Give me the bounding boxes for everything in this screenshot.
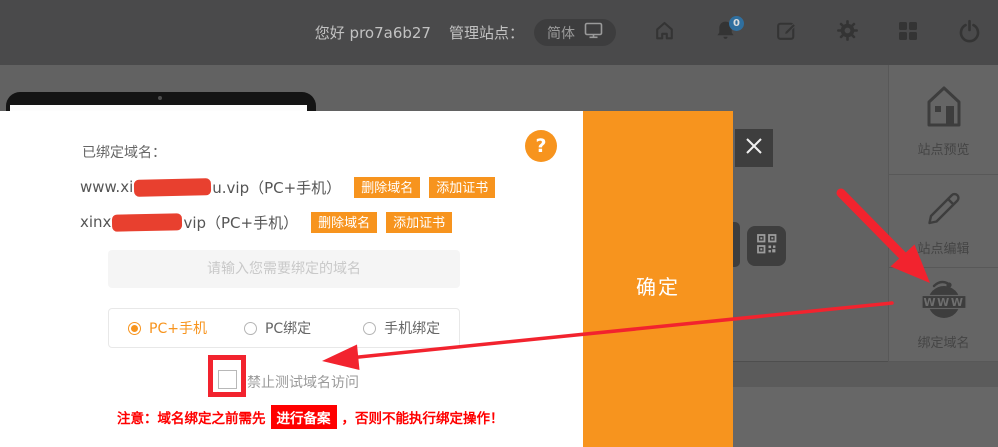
url-bar-edge — [733, 222, 740, 267]
site-edit-pencil-icon — [923, 185, 965, 231]
domain-input[interactable] — [108, 250, 460, 288]
qr-code-button[interactable] — [747, 226, 786, 266]
settings-button[interactable] — [834, 19, 860, 47]
right-sidebar: 站点预览 站点编辑 WWW 绑定域名 — [888, 65, 998, 362]
notifications-button[interactable]: 0 — [712, 19, 738, 47]
sidebar-item-site-edit[interactable]: 站点编辑 — [889, 175, 998, 268]
radio-pc-mobile[interactable]: PC+手机 — [128, 318, 207, 338]
redaction-scribble — [112, 213, 182, 231]
modal-close-button[interactable] — [735, 129, 773, 167]
sidebar-item-label: 站点预览 — [917, 139, 969, 158]
radio-label: 手机绑定 — [384, 318, 440, 338]
radio-unselected-icon — [363, 322, 376, 335]
radio-unselected-icon — [244, 322, 257, 335]
site-preview-home-icon — [922, 82, 966, 132]
grid-icon — [896, 19, 920, 47]
radio-pc-bind[interactable]: PC绑定 — [244, 318, 311, 338]
filing-notice: 注意：域名绑定之前需先 进行备案 ，否则不能执行绑定操作！ — [117, 405, 504, 429]
svg-text:WWW: WWW — [923, 295, 964, 308]
gear-icon — [835, 18, 860, 47]
qr-code-icon — [756, 233, 778, 259]
home-button[interactable] — [651, 19, 677, 47]
www-globe-icon: WWW — [920, 279, 968, 325]
radio-label: PC+手机 — [149, 318, 207, 338]
confirm-button[interactable]: 确定 — [583, 111, 733, 447]
language-toggle-button[interactable]: 简体 — [534, 19, 616, 46]
logout-button[interactable] — [956, 19, 982, 47]
add-certificate-button[interactable]: 添加证书 — [386, 212, 452, 233]
notice-text-suffix: ，否则不能执行绑定操作！ — [342, 407, 504, 427]
bound-domains-label: 已绑定域名： — [82, 142, 166, 162]
domain-text-prefix: www.xi — [80, 178, 133, 196]
help-icon[interactable]: ? — [525, 130, 557, 162]
top-header: 您好 pro7a6b27 管理站点： 简体 0 — [0, 0, 998, 65]
delete-domain-button[interactable]: 删除域名 — [354, 177, 420, 198]
bind-domain-modal: 已绑定域名： www.xi u.vip（PC+手机） 删除域名 添加证书 xinx… — [0, 111, 733, 447]
domain-text-suffix: u.vip（PC+手机） — [212, 177, 341, 198]
forbid-test-domain-label: 禁止测试域名访问 — [247, 372, 359, 392]
domain-text-suffix: vip（PC+手机） — [183, 212, 298, 233]
notification-badge: 0 — [729, 16, 744, 31]
edit-button[interactable] — [773, 19, 799, 47]
sidebar-item-site-preview[interactable]: 站点预览 — [889, 65, 998, 175]
delete-domain-button[interactable]: 删除域名 — [311, 212, 377, 233]
bound-domain-row: xinx vip（PC+手机） 删除域名 添加证书 — [80, 210, 452, 234]
bound-domain-row: www.xi u.vip（PC+手机） 删除域名 添加证书 — [80, 175, 495, 199]
power-icon — [957, 18, 982, 47]
bind-type-radio-group: PC+手机 PC绑定 手机绑定 — [108, 308, 460, 348]
filing-link[interactable]: 进行备案 — [271, 405, 337, 429]
sidebar-item-label: 绑定域名 — [917, 332, 969, 351]
apps-grid-button[interactable] — [895, 19, 921, 47]
user-greeting: 您好 pro7a6b27 — [315, 22, 431, 43]
close-icon — [742, 134, 766, 162]
radio-label: PC绑定 — [265, 318, 311, 338]
home-icon — [652, 18, 677, 47]
annotation-highlight-box — [208, 355, 246, 397]
sidebar-item-label: 站点编辑 — [917, 238, 969, 257]
add-certificate-button[interactable]: 添加证书 — [429, 177, 495, 198]
domain-text-prefix: xinx — [80, 213, 111, 231]
radio-selected-icon — [128, 322, 141, 335]
notice-text-prefix: 注意：域名绑定之前需先 — [117, 407, 266, 427]
edit-icon — [774, 18, 799, 47]
manage-site-label: 管理站点： — [449, 22, 524, 43]
language-label: 简体 — [547, 23, 575, 43]
sidebar-item-bind-domain[interactable]: WWW 绑定域名 — [889, 268, 998, 362]
monitor-icon — [584, 22, 603, 43]
laptop-camera-dot — [158, 96, 162, 100]
redaction-scribble — [134, 178, 211, 197]
confirm-button-label: 确定 — [583, 271, 733, 300]
radio-mobile-bind[interactable]: 手机绑定 — [363, 318, 440, 338]
